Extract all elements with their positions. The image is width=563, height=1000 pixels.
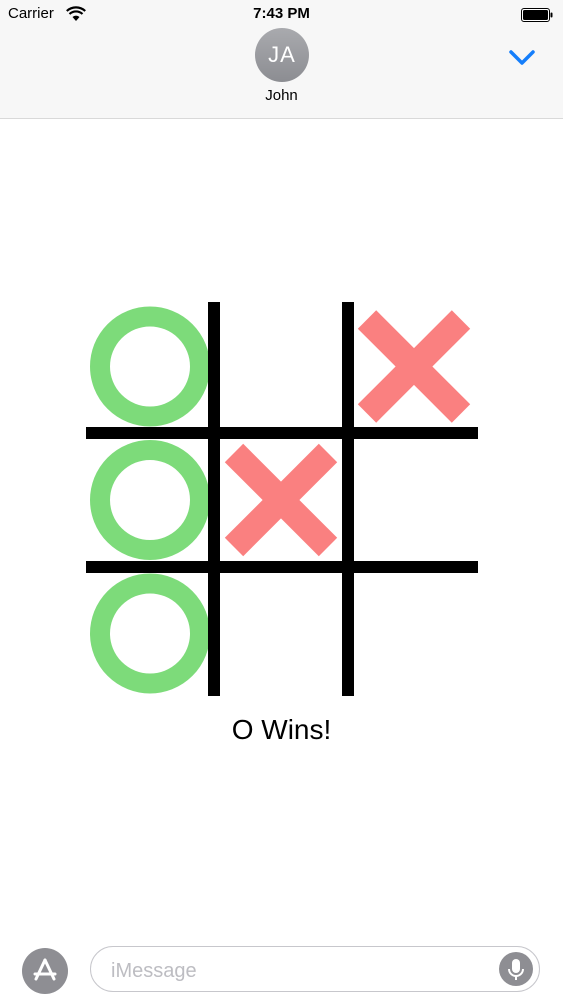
collapse-button[interactable]	[505, 44, 539, 70]
status-time: 7:43 PM	[253, 5, 310, 22]
grid-line-vertical	[342, 302, 354, 696]
message-input[interactable]	[109, 957, 493, 985]
grid-line-horizontal	[86, 427, 478, 439]
avatar[interactable]: JA	[255, 28, 309, 82]
battery-icon	[521, 8, 553, 22]
avatar-initials: JA	[268, 42, 296, 67]
board-cell-0-1[interactable]	[214, 300, 348, 433]
app-store-icon	[33, 958, 57, 981]
board-cell-2-2[interactable]	[348, 567, 480, 700]
dictation-button[interactable]	[499, 952, 533, 986]
board-cell-1-2[interactable]	[348, 433, 480, 567]
tic-tac-toe-board	[80, 300, 480, 700]
microphone-icon	[508, 959, 524, 980]
board-cell-2-1[interactable]	[214, 567, 348, 700]
app-store-button[interactable]	[22, 948, 68, 994]
grid-line-horizontal	[86, 561, 478, 573]
message-compose-field[interactable]	[90, 946, 540, 992]
contact-name[interactable]: John	[0, 87, 563, 104]
game-result-text: O Wins!	[231, 714, 332, 745]
grid-line-vertical	[208, 302, 220, 696]
chevron-down-icon	[509, 50, 535, 65]
status-bar: Carrier 7:43 PM	[0, 0, 563, 30]
board-canvas	[86, 300, 480, 700]
